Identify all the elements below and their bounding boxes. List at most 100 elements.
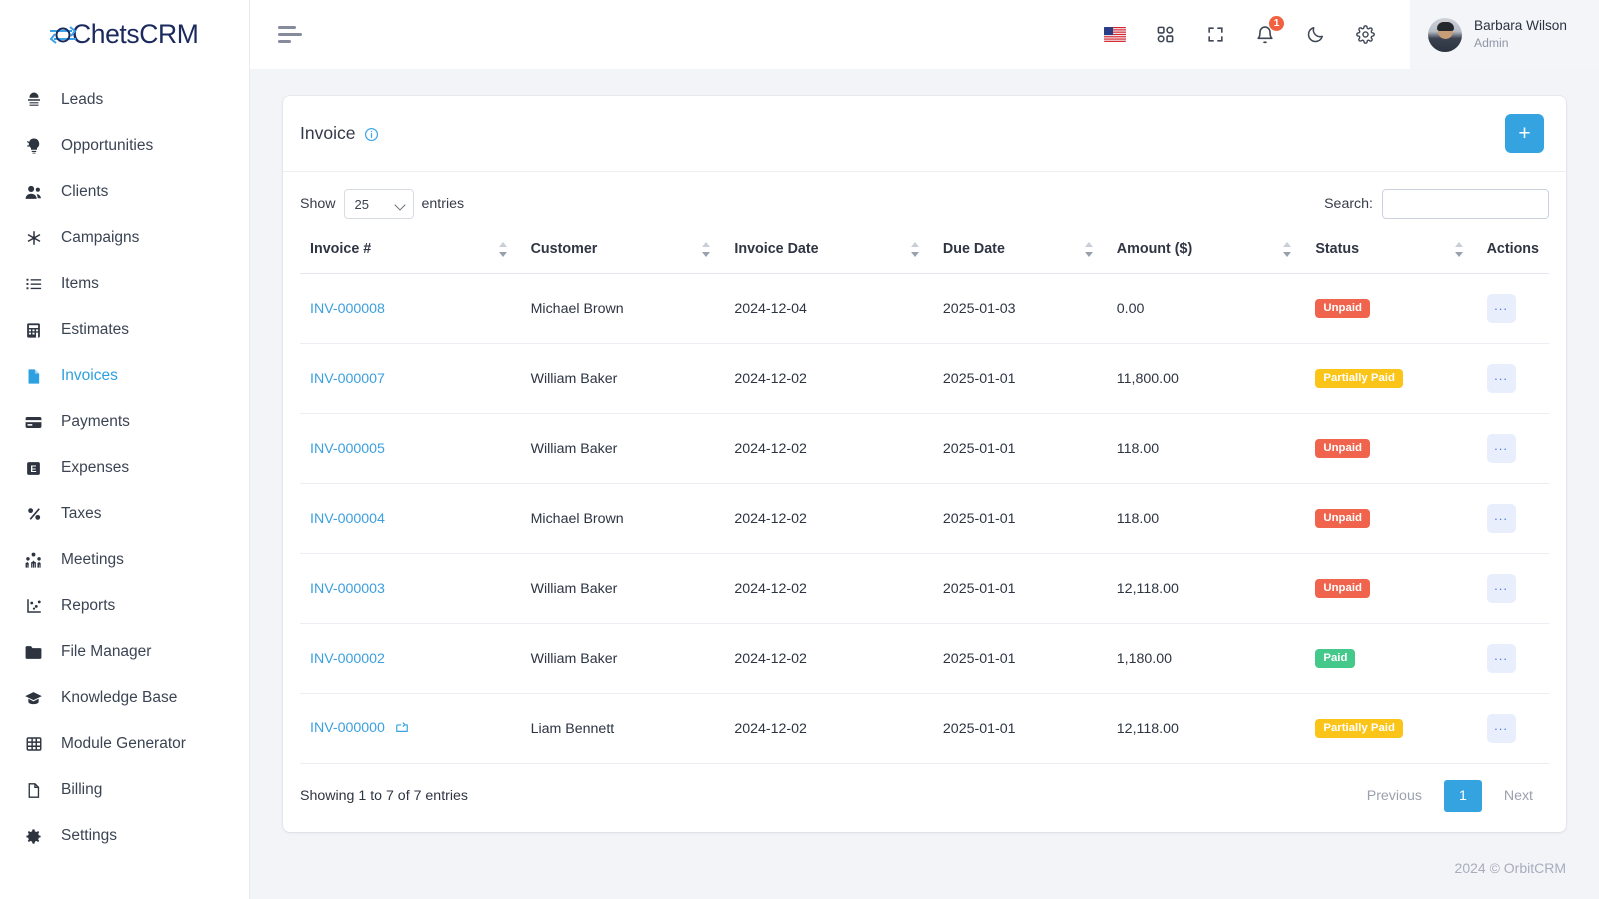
info-circle-icon[interactable] xyxy=(364,126,379,142)
app-root: ChetsCRM Leads Opportunities Clients Cam… xyxy=(0,0,1599,899)
sidebar-item-label: File Manager xyxy=(61,643,152,660)
cell-customer: William Baker xyxy=(520,413,725,484)
sidebar-item-leads[interactable]: Leads xyxy=(0,77,249,123)
cell-amount: 1,180.00 xyxy=(1106,623,1306,694)
cell-status: Unpaid xyxy=(1305,483,1477,554)
cell-customer: William Baker xyxy=(520,553,725,624)
sidebar-item-label: Campaigns xyxy=(61,229,140,246)
cell-invoice-number: INV-000003 xyxy=(300,553,521,624)
row-actions-button[interactable]: ... xyxy=(1486,574,1516,603)
sort-icon[interactable] xyxy=(1084,242,1093,257)
pagination-next[interactable]: Next xyxy=(1488,780,1549,812)
sidebar-item-reports[interactable]: Reports xyxy=(0,583,249,629)
cell-customer: Michael Brown xyxy=(520,273,725,344)
cell-amount: 118.00 xyxy=(1106,483,1306,554)
recurring-invoice-icon[interactable] xyxy=(395,720,409,738)
table-header: Invoice # Customer Invoice Date Due Date xyxy=(300,233,1549,274)
sort-icon[interactable] xyxy=(910,242,919,257)
cell-customer: William Baker xyxy=(520,623,725,694)
hamburger-icon[interactable] xyxy=(278,26,302,44)
credit-card-icon xyxy=(24,413,43,432)
row-actions-button[interactable]: ... xyxy=(1486,504,1516,533)
table-row: INV-000007 William Baker 2024-12-02 2025… xyxy=(300,343,1549,414)
cell-invoice-date: 2024-12-02 xyxy=(724,413,933,484)
row-actions-button[interactable]: ... xyxy=(1486,364,1516,393)
row-actions-button[interactable]: ... xyxy=(1486,644,1516,673)
cell-actions: ... xyxy=(1476,623,1549,694)
invoice-link[interactable]: INV-000008 xyxy=(310,301,385,317)
invoices-table: Invoice # Customer Invoice Date Due Date xyxy=(300,233,1549,764)
flag-us-icon[interactable] xyxy=(1104,27,1126,42)
sidebar-item-taxes[interactable]: Taxes xyxy=(0,491,249,537)
gear-icon[interactable] xyxy=(1354,24,1376,46)
content-area: Invoice + Show 25 entries Search: Invoic… xyxy=(250,69,1599,837)
column-header-status[interactable]: Status xyxy=(1305,233,1477,274)
document-icon xyxy=(24,781,43,800)
sidebar-item-module-generator[interactable]: Module Generator xyxy=(0,721,249,767)
fullscreen-icon[interactable] xyxy=(1204,24,1226,46)
sidebar-item-clients[interactable]: Clients xyxy=(0,169,249,215)
chart-scatter-icon xyxy=(24,597,43,616)
row-actions-button[interactable]: ... xyxy=(1486,294,1516,323)
add-invoice-button[interactable]: + xyxy=(1505,114,1544,153)
search-label: Search: xyxy=(1324,196,1373,212)
sidebar-item-invoices[interactable]: Invoices xyxy=(0,353,249,399)
invoice-link[interactable]: INV-000002 xyxy=(310,651,385,667)
sidebar-item-campaigns[interactable]: Campaigns xyxy=(0,215,249,261)
grid-table-icon xyxy=(24,735,43,754)
file-icon xyxy=(24,367,43,386)
invoice-link[interactable]: INV-000005 xyxy=(310,441,385,457)
column-header-amount[interactable]: Amount ($) xyxy=(1106,233,1306,274)
row-actions-button[interactable]: ... xyxy=(1486,714,1516,743)
apps-grid-icon[interactable] xyxy=(1154,24,1176,46)
moon-icon[interactable] xyxy=(1304,24,1326,46)
invoice-link[interactable]: INV-000000 xyxy=(310,720,385,736)
invoice-link[interactable]: INV-000004 xyxy=(310,511,385,527)
sidebar-item-knowledge-base[interactable]: Knowledge Base xyxy=(0,675,249,721)
sidebar-item-file-manager[interactable]: File Manager xyxy=(0,629,249,675)
sidebar-item-settings[interactable]: Settings xyxy=(0,813,249,859)
invoice-link[interactable]: INV-000007 xyxy=(310,371,385,387)
sort-icon[interactable] xyxy=(702,242,711,257)
invoice-link[interactable]: INV-000003 xyxy=(310,581,385,597)
graduation-cap-icon xyxy=(24,689,43,708)
search-input[interactable] xyxy=(1382,189,1549,219)
entries-label: entries xyxy=(421,196,465,212)
sidebar-item-items[interactable]: Items xyxy=(0,261,249,307)
sidebar-item-label: Leads xyxy=(61,91,104,108)
cell-due-date: 2025-01-01 xyxy=(932,693,1107,764)
column-header-invoice-number[interactable]: Invoice # xyxy=(300,233,521,274)
cell-customer: William Baker xyxy=(520,343,725,414)
sidebar-item-estimates[interactable]: Estimates xyxy=(0,307,249,353)
sidebar-item-label: Taxes xyxy=(61,505,102,522)
cell-actions: ... xyxy=(1476,273,1549,344)
svg-text:E: E xyxy=(30,464,36,474)
row-actions-button[interactable]: ... xyxy=(1486,434,1516,463)
table-controls: Show 10 25 50 100 entries xyxy=(300,189,1549,233)
sort-icon[interactable] xyxy=(498,242,507,257)
bell-icon[interactable]: 1 xyxy=(1254,14,1285,46)
sort-icon[interactable] xyxy=(1454,242,1463,257)
cell-actions: ... xyxy=(1476,693,1549,764)
status-badge: Partially Paid xyxy=(1315,368,1403,389)
cell-invoice-date: 2024-12-02 xyxy=(724,693,933,764)
pagination-page-1[interactable]: 1 xyxy=(1443,780,1482,812)
sidebar-item-expenses[interactable]: E Expenses xyxy=(0,445,249,491)
column-header-customer[interactable]: Customer xyxy=(520,233,725,274)
sidebar-item-opportunities[interactable]: Opportunities xyxy=(0,123,249,169)
brand-logo[interactable]: ChetsCRM xyxy=(0,0,249,69)
topbar-icon-group: 1 xyxy=(1104,14,1410,46)
page-length-select[interactable]: 10 25 50 100 xyxy=(343,189,414,219)
sidebar-item-billing[interactable]: Billing xyxy=(0,767,249,813)
sidebar-item-payments[interactable]: Payments xyxy=(0,399,249,445)
column-header-due-date[interactable]: Due Date xyxy=(932,233,1107,274)
column-header-invoice-date[interactable]: Invoice Date xyxy=(724,233,933,274)
sidebar-item-meetings[interactable]: Meetings xyxy=(0,537,249,583)
pagination: Previous 1 Next xyxy=(1351,780,1549,812)
sidebar-item-label: Billing xyxy=(61,781,103,798)
cell-due-date: 2025-01-01 xyxy=(932,623,1107,694)
cell-invoice-date: 2024-12-02 xyxy=(724,553,933,624)
sort-icon[interactable] xyxy=(1283,242,1292,257)
pagination-previous[interactable]: Previous xyxy=(1351,780,1438,812)
user-menu[interactable]: Barbara Wilson Admin xyxy=(1410,0,1599,69)
